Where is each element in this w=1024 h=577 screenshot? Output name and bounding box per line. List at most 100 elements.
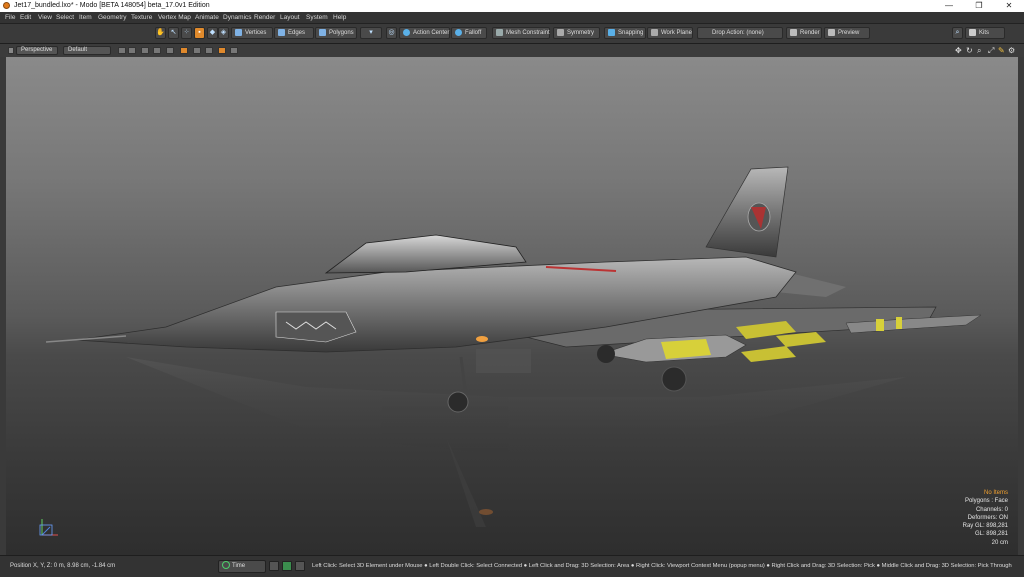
snapping-icon [608,28,615,36]
mesh-constraint-button[interactable]: Mesh Constraint [492,27,550,39]
restore-button[interactable]: ❐ [964,0,994,12]
title-bar: Jet17_bundled.lxo* - Modo [BETA 148054] … [0,0,1024,12]
menu-edit[interactable]: Edit [20,12,31,23]
vertices-button[interactable]: Vertices [231,27,273,39]
clock-icon [222,561,230,570]
minimize-button[interactable]: — [934,0,964,12]
snapping-label: Snapping [618,30,644,36]
menu-animate[interactable]: Animate [195,12,219,23]
drop-action-label: Drop Action: (none) [712,30,764,36]
stats-scale: 20 cm [991,539,1008,546]
menu-dynamics[interactable]: Dynamics [223,12,252,23]
symmetry-button[interactable]: Symmetry [553,27,600,39]
component-mode-icon[interactable]: ⁘ [181,27,192,39]
drop-action-dropdown[interactable]: Drop Action: (none) [697,27,783,39]
lighting-icon[interactable] [153,47,161,54]
menu-view[interactable]: View [38,12,52,23]
kits-button[interactable]: Kits [965,27,1005,39]
preview-button[interactable]: Preview [824,27,870,39]
select-mode-icon[interactable]: ↖ [168,27,179,39]
pivot-mode-icon[interactable]: ◈ [218,27,229,39]
highlight-icon[interactable] [180,47,188,54]
event-log-icon[interactable] [295,561,305,571]
material-mode-icon[interactable]: ◆ [207,27,218,39]
stats-deformers: Deformers: ON [967,514,1008,521]
move-view-icon[interactable]: ✥ [955,46,962,55]
selection-sets-dropdown[interactable]: ▾ [360,27,382,39]
texture-icon[interactable] [193,47,201,54]
status-bar: Position X, Y, Z: 0 m, 8.98 cm, -1.84 cm… [0,555,1024,577]
falloff-button[interactable]: Falloff [451,27,487,39]
stats-ray-gl: Ray GL: 898,281 [962,523,1008,530]
shadow-icon[interactable] [205,47,213,54]
maximize-view-icon[interactable]: ⤢ [988,46,994,55]
action-center-label: Action Center [413,30,450,36]
right-panel-edge [1018,57,1024,555]
menu-select[interactable]: Select [56,12,74,23]
shield-icon[interactable]: ◎ [386,27,397,39]
menu-layout[interactable]: Layout [280,12,300,23]
viewport-menu-icon[interactable] [8,47,14,54]
toolbar: ✋ ↖ ⁘ ▪ ◆ ◈ Vertices Edges Polygons ▾ ◎ … [0,24,1024,44]
menu-vertex-map[interactable]: Vertex Map [158,12,191,23]
settings-icon[interactable] [230,47,238,54]
item-mode-icon[interactable]: ✋ [155,27,166,39]
mesh-constraint-icon [496,28,503,36]
stats-items: No Items [983,489,1008,496]
menu-bar: File Edit View Select Item Geometry Text… [0,12,1024,24]
time-button[interactable]: Time [218,560,266,573]
viewport-settings-icon[interactable]: ⚙ [1008,46,1015,55]
layout-icon[interactable] [269,561,279,571]
work-plane-button[interactable]: Work Plane [647,27,693,39]
reflection-icon[interactable] [218,47,226,54]
window-title: Jet17_bundled.lxo* - Modo [BETA 148054] … [14,2,210,9]
stats-channels: Channels: 0 [975,506,1008,513]
stats-gl: GL: 898,281 [974,531,1008,538]
position-readout: Position X, Y, Z: 0 m, 8.98 cm, -1.84 cm [10,563,116,569]
render-icon [790,28,797,36]
menu-render[interactable]: Render [254,12,275,23]
camera-icon[interactable] [166,47,174,54]
polygons-button[interactable]: Polygons [315,27,357,39]
edges-button[interactable]: Edges [274,27,314,39]
polygons-icon [319,28,326,36]
zoom-view-icon[interactable]: ⌕ [977,46,981,55]
perspective-tab[interactable]: Perspective [16,46,58,55]
grid-icon[interactable] [128,47,136,54]
edges-label: Edges [288,30,306,36]
polygons-label: Polygons [329,30,354,36]
visibility-icon[interactable] [141,47,149,54]
menu-file[interactable]: File [5,12,15,23]
menu-system[interactable]: System [306,12,328,23]
falloff-label: Falloff [465,30,482,36]
brush-icon[interactable]: ✎ [998,46,1005,55]
axis-gizmo-icon [39,519,58,536]
time-label: Time [232,563,246,569]
polygon-mode-icon[interactable]: ▪ [194,27,205,39]
vertices-label: Vertices [245,30,267,36]
menu-item[interactable]: Item [79,12,92,23]
symmetry-label: Symmetry [567,30,594,36]
preview-icon [828,28,835,36]
wireframe-icon[interactable] [118,47,126,54]
vertices-icon [235,28,242,36]
render-button[interactable]: Render [786,27,822,39]
stats-polygons: Polygons : Face [964,498,1008,505]
menu-texture[interactable]: Texture [131,12,152,23]
menu-geometry[interactable]: Geometry [98,12,127,23]
menu-help[interactable]: Help [333,12,346,23]
mouse-hint-text: Left Click: Select 3D Element under Mous… [312,563,1012,569]
3d-viewport[interactable]: No Items Polygons : Face Channels: 0 Def… [6,57,1018,555]
action-center-button[interactable]: Action Center [399,27,450,39]
mesh-constraint-label: Mesh Constraint [506,30,550,36]
symmetry-icon [557,28,564,36]
preview-label: Preview [838,30,860,36]
close-button[interactable]: ✕ [994,0,1024,12]
shading-style-tab[interactable]: Default [63,46,111,55]
edges-icon [278,28,285,36]
snapping-button[interactable]: Snapping [604,27,646,39]
search-icon[interactable]: ⌕ [952,27,963,39]
kits-label: Kits [979,30,990,36]
command-history-icon[interactable] [282,561,292,571]
rotate-view-icon[interactable]: ↻ [966,46,973,55]
